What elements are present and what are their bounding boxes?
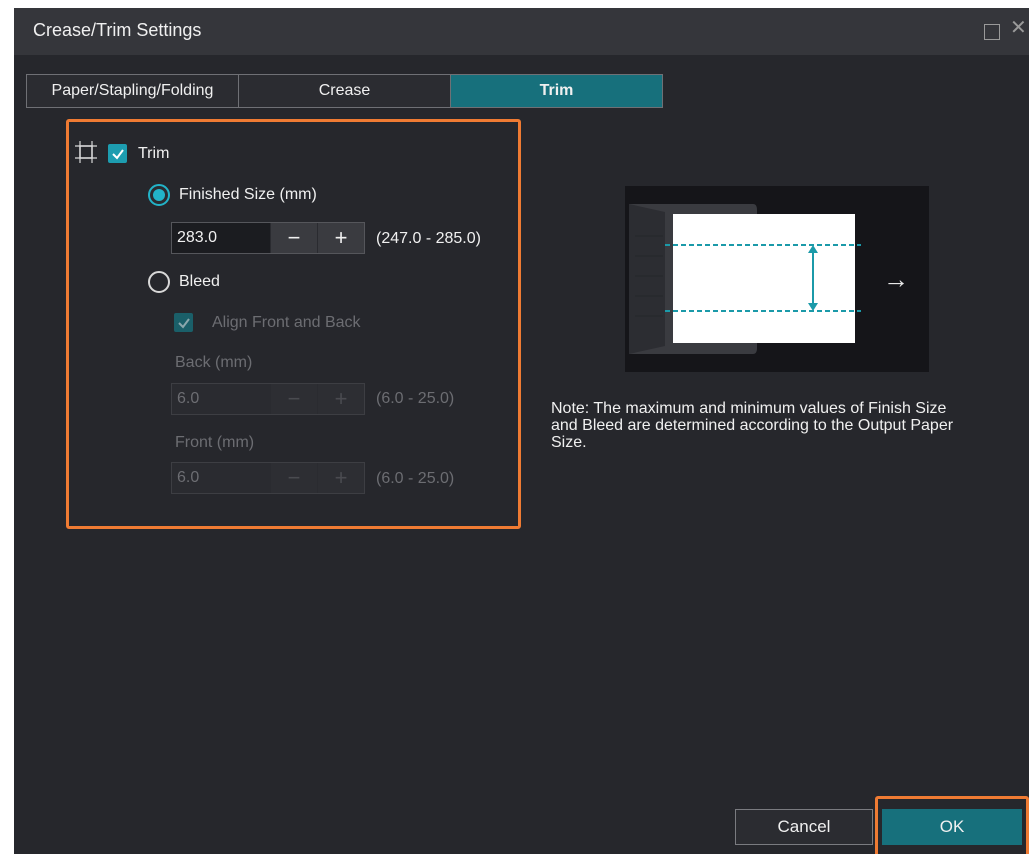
title-bar: Crease/Trim Settings ✕	[14, 8, 1029, 55]
back-increment-button[interactable]: +	[317, 384, 364, 414]
finished-size-range: (247.0 - 285.0)	[376, 230, 481, 247]
close-icon[interactable]: ✕	[1010, 18, 1027, 38]
trim-checkbox[interactable]	[108, 144, 127, 163]
ok-button-highlight	[875, 796, 1029, 854]
front-increment-button[interactable]: +	[317, 463, 364, 493]
align-front-back-label: Align Front and Back	[212, 314, 361, 331]
back-range: (6.0 - 25.0)	[376, 390, 455, 407]
bleed-radio[interactable]	[148, 271, 170, 293]
front-decrement-button[interactable]: −	[270, 463, 317, 493]
finished-size-label: Finished Size (mm)	[179, 186, 317, 203]
align-front-back-checkbox[interactable]	[174, 313, 193, 332]
finished-size-stepper: 283.0 − +	[171, 222, 365, 254]
crease-trim-dialog: Crease/Trim Settings ✕ Paper/Stapling/Fo…	[14, 8, 1029, 854]
maximize-icon[interactable]	[984, 24, 1000, 40]
checkmark-icon	[111, 148, 124, 160]
front-stepper: 6.0 − +	[171, 462, 365, 494]
dialog-title: Crease/Trim Settings	[33, 20, 202, 40]
note-text: Note: The maximum and minimum values of …	[551, 400, 954, 451]
back-label: Back (mm)	[175, 354, 253, 371]
back-stepper: 6.0 − +	[171, 383, 365, 415]
front-range: (6.0 - 25.0)	[376, 470, 455, 487]
tab-paper-stapling-folding[interactable]: Paper/Stapling/Folding	[26, 74, 239, 108]
finished-size-input[interactable]: 283.0	[172, 223, 270, 253]
finished-size-radio[interactable]	[148, 184, 170, 206]
front-label: Front (mm)	[175, 434, 255, 451]
back-input[interactable]: 6.0	[172, 384, 270, 414]
back-decrement-button[interactable]: −	[270, 384, 317, 414]
front-input[interactable]: 6.0	[172, 463, 270, 493]
tab-crease[interactable]: Crease	[239, 74, 451, 108]
finished-size-decrement-button[interactable]: −	[270, 223, 317, 253]
finished-size-increment-button[interactable]: +	[317, 223, 364, 253]
trim-crop-icon	[75, 141, 97, 163]
tab-bar: Paper/Stapling/Folding Crease Trim	[26, 74, 663, 108]
checkmark-icon	[177, 317, 190, 329]
trim-preview-image: →	[625, 186, 929, 372]
bleed-label: Bleed	[179, 273, 220, 290]
cancel-button[interactable]: Cancel	[735, 809, 873, 845]
tab-trim[interactable]: Trim	[451, 74, 663, 108]
right-arrow-icon: →	[883, 264, 909, 294]
trim-label: Trim	[138, 145, 170, 162]
